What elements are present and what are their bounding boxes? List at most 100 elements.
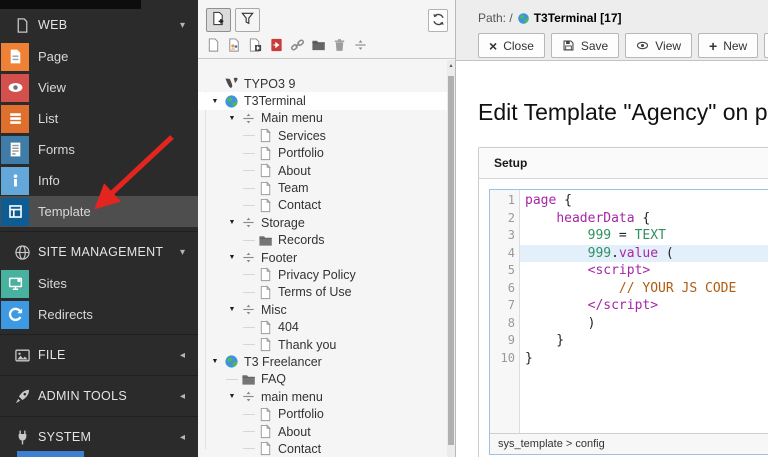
tree-node-misc[interactable]: ▼Misc (198, 301, 447, 318)
delete-button[interactable]: Delete (764, 33, 768, 58)
tree-node-404[interactable]: 404 (198, 318, 447, 335)
tree-node-contact[interactable]: Contact (198, 440, 447, 457)
tree-node-thank-you[interactable]: Thank you (198, 336, 447, 353)
tree-node-terms-of-use[interactable]: Terms of Use (198, 284, 447, 301)
tree-node-about[interactable]: About (198, 423, 447, 440)
refresh-tree-button[interactable] (428, 9, 448, 32)
module-label: Forms (38, 142, 75, 157)
drag-user-section-page-icon[interactable] (227, 37, 242, 53)
tree-node-about[interactable]: About (198, 162, 447, 179)
chevron-down-icon: ▾ (180, 20, 185, 31)
sidebar-header-site-management[interactable]: SITE MANAGEMENT▾ (0, 236, 198, 268)
section-label: FILE (38, 348, 66, 362)
tree-node-team[interactable]: Team (198, 179, 447, 196)
tree-node-label: Footer (261, 251, 297, 265)
code-line-9: } (520, 332, 768, 350)
tree-node-main-menu[interactable]: ▼Main menu (198, 110, 447, 127)
tree-node-footer[interactable]: ▼Footer (198, 249, 447, 266)
tree-node-t3terminal[interactable]: ▼T3Terminal (198, 92, 447, 109)
section-label: SYSTEM (38, 430, 91, 444)
save-button[interactable]: Save (551, 33, 619, 58)
line-number: 6 (490, 280, 515, 298)
tree-node-label: 404 (278, 320, 299, 334)
tree-connector (242, 135, 256, 136)
btn-save-icon (562, 39, 575, 52)
tree-node-services[interactable]: Services (198, 127, 447, 144)
sidebar-item-redirects[interactable]: Redirects (0, 299, 198, 330)
tree-connector (242, 240, 256, 241)
line-number: 1 (490, 192, 515, 210)
module-label: View (38, 80, 66, 95)
drag-mountpoint-page-icon[interactable] (269, 37, 284, 53)
page-doc-icon (258, 407, 273, 422)
module-content: Path: / T3Terminal [17] ×CloseSaveView+N… (456, 0, 768, 457)
sidebar-header-admin-tools[interactable]: ADMIN TOOLS◂ (0, 380, 198, 412)
new-page-toggle-button[interactable] (206, 8, 231, 32)
sidebar-item-info[interactable]: Info (0, 165, 198, 196)
page-doc-icon (258, 163, 273, 178)
tree-node-label: Main menu (261, 111, 323, 125)
spacer-divider-icon (241, 111, 256, 126)
tree-node-label: Storage (261, 216, 305, 230)
folder-dark-icon (241, 372, 256, 387)
spacer-divider-icon (241, 302, 256, 317)
code-area[interactable]: page { headerData { 999 = TEXT 999.value… (520, 190, 768, 433)
page-doc-icon (258, 146, 273, 161)
spacer-divider-icon (241, 389, 256, 404)
sidebar-item-sites[interactable]: Sites (0, 268, 198, 299)
sidebar-header-web[interactable]: WEB▾ (0, 9, 198, 41)
tree-node-label: T3 Freelancer (244, 355, 322, 369)
web-document-icon (14, 17, 31, 34)
scrollbar-thumb[interactable] (448, 76, 454, 445)
tree-toolbar (198, 0, 455, 59)
new-button[interactable]: +New (698, 33, 758, 58)
tree-node-storage[interactable]: ▼Storage (198, 214, 447, 231)
sidebar-item-list[interactable]: List (0, 103, 198, 134)
filter-button[interactable] (235, 8, 260, 32)
sidebar-item-page[interactable]: Page (0, 41, 198, 72)
sidebar-section-site-management: SITE MANAGEMENT▾ Sites Redirects (0, 231, 198, 330)
scroll-up-icon[interactable]: ▴ (447, 62, 455, 69)
page-doc-icon (258, 128, 273, 143)
sidebar-section-system: SYSTEM◂ (0, 416, 198, 453)
drag-recycler-icon[interactable] (332, 37, 347, 53)
tree-node-main-menu[interactable]: ▼main menu (198, 388, 447, 405)
view-button[interactable]: View (625, 33, 692, 58)
sidebar-header-system[interactable]: SYSTEM◂ (0, 421, 198, 453)
tree-node-records[interactable]: Records (198, 232, 447, 249)
tree-node-contact[interactable]: Contact (198, 197, 447, 214)
sidebar-item-forms[interactable]: Forms (0, 134, 198, 165)
sidebar-item-template[interactable]: Template (0, 196, 198, 227)
tree-node-faq[interactable]: FAQ (198, 371, 447, 388)
tree-node-label: T3Terminal (244, 94, 306, 108)
module-label: List (38, 111, 58, 126)
tree-node-typo3-9[interactable]: TYPO3 9 (198, 75, 447, 92)
drag-sysfolder-icon[interactable] (311, 37, 326, 53)
tree-node-label: Thank you (278, 338, 336, 352)
typoscript-editor[interactable]: 12345678910 page { headerData { 999 = TE… (489, 189, 768, 455)
sidebar-item-view[interactable]: View (0, 72, 198, 103)
cut-off-module-icon (17, 451, 84, 457)
typo3-logo-icon (224, 76, 239, 91)
page-doc-icon (258, 320, 273, 335)
tree-connector (242, 292, 256, 293)
tree-node-privacy-policy[interactable]: Privacy Policy (198, 266, 447, 283)
tree-connector (242, 205, 256, 206)
close-button[interactable]: ×Close (478, 33, 545, 58)
drag-shortcut-page-icon[interactable] (248, 37, 263, 53)
drag-blank-page-icon[interactable] (206, 37, 221, 53)
drag-spacer-divider-icon[interactable] (353, 37, 368, 53)
button-label: View (655, 39, 681, 53)
tree-connector (242, 153, 256, 154)
tree-node-t3-freelancer[interactable]: ▼T3 Freelancer (198, 353, 447, 370)
section-label: ADMIN TOOLS (38, 389, 127, 403)
tree-scrollbar[interactable]: ▴ (447, 60, 455, 457)
code-line-2: headerData { (520, 210, 768, 228)
tree-node-portfolio[interactable]: Portfolio (198, 405, 447, 422)
tree-node-portfolio[interactable]: Portfolio (198, 145, 447, 162)
list-module-icon (1, 105, 29, 133)
drag-link-chain-icon[interactable] (290, 37, 305, 53)
sidebar-header-file[interactable]: FILE◂ (0, 339, 198, 371)
module-label: Sites (38, 276, 67, 291)
module-label: Redirects (38, 307, 93, 322)
